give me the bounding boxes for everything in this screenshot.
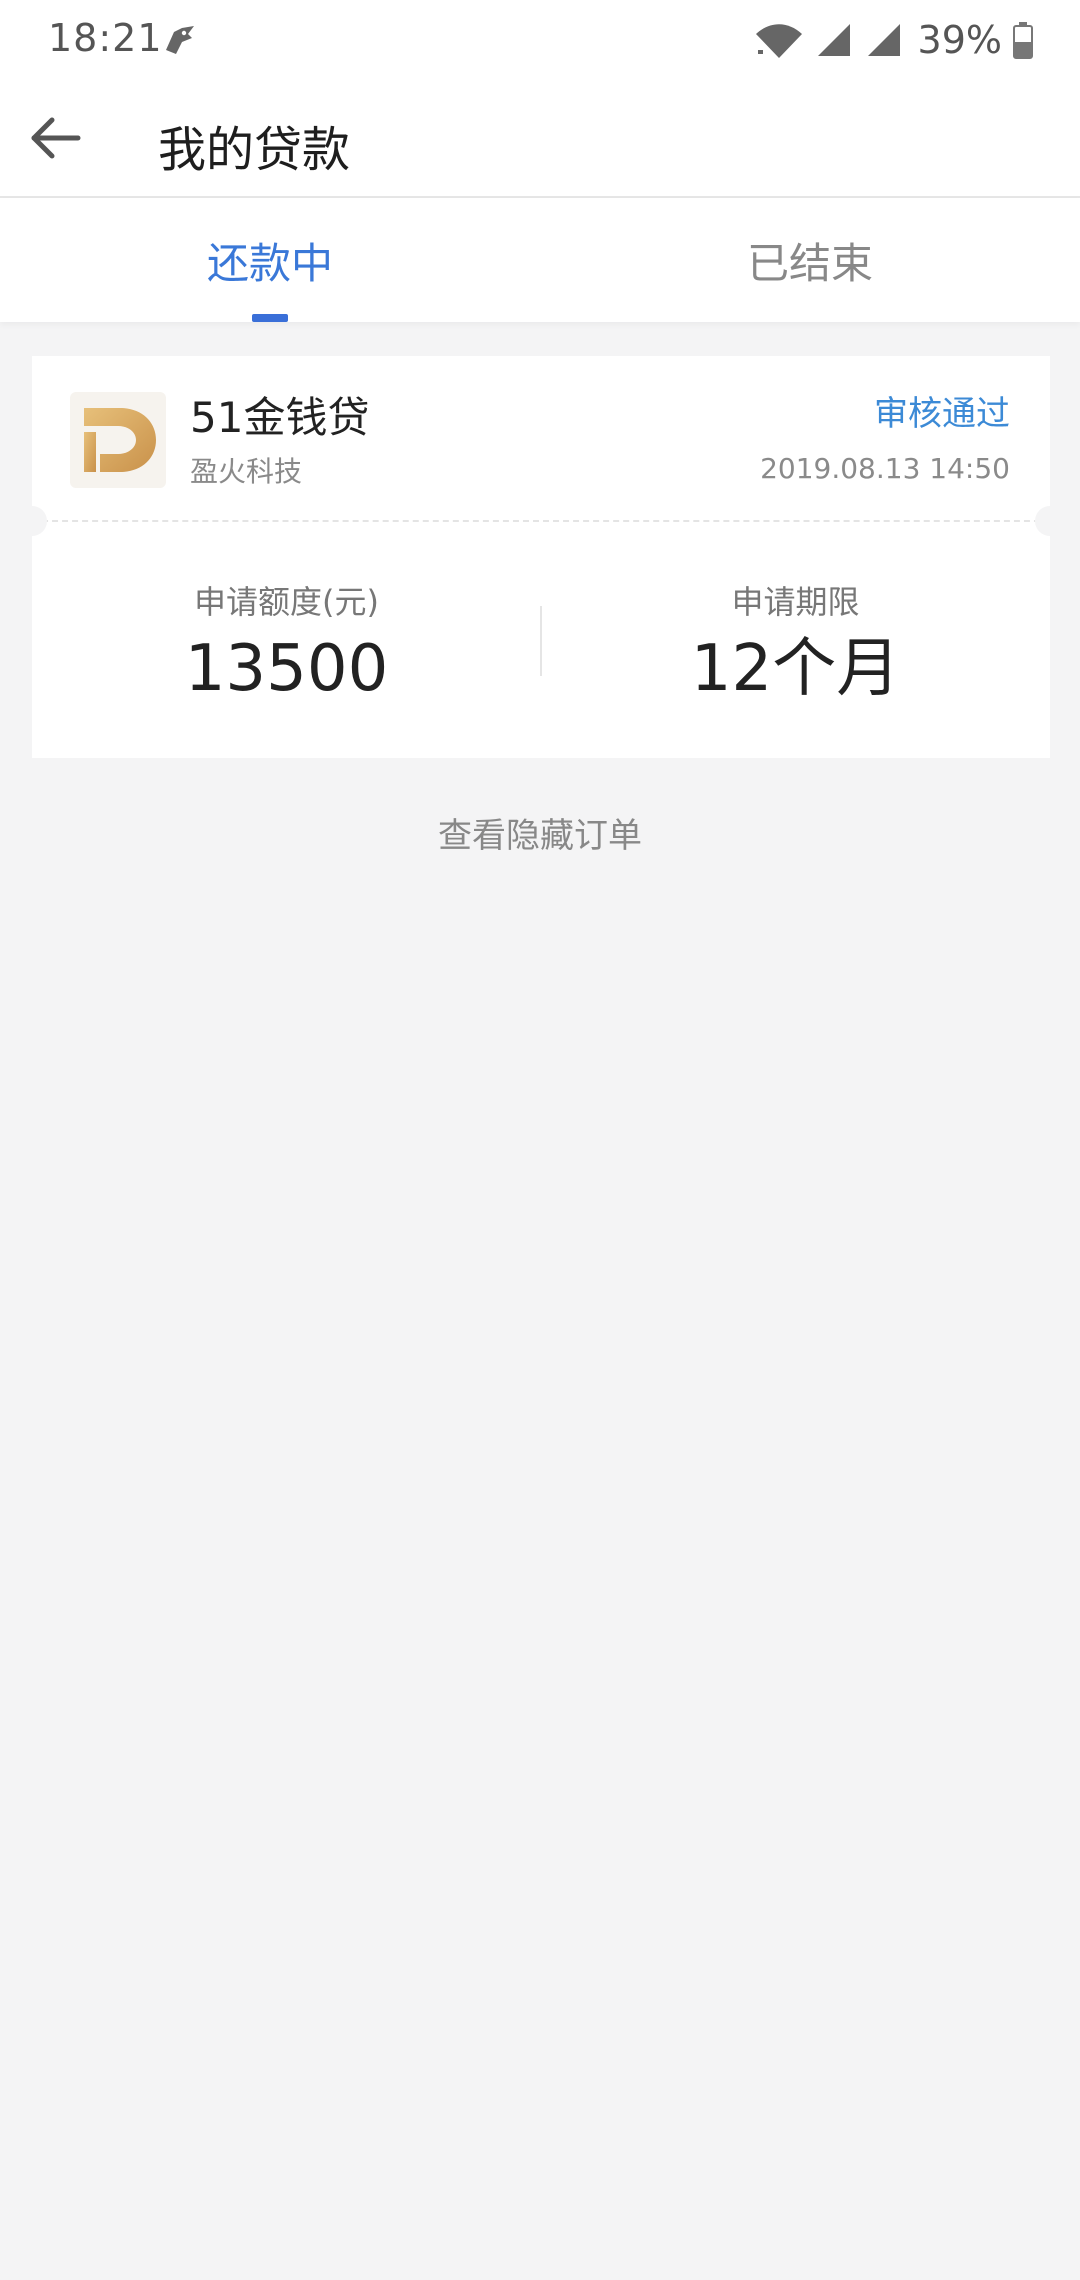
amount-metric: 申请额度(元) 13500 bbox=[32, 582, 541, 706]
page-title: 我的贷款 bbox=[158, 122, 351, 178]
company-name: 盈火科技 bbox=[190, 455, 303, 488]
amount-label: 申请额度(元) bbox=[194, 583, 379, 621]
term-label: 申请期限 bbox=[731, 583, 860, 621]
term-value: 12个月 bbox=[690, 632, 901, 706]
amount-value: 13500 bbox=[184, 632, 389, 706]
arrow-left-icon bbox=[31, 117, 81, 159]
view-hidden-orders-link[interactable]: 查看隐藏订单 bbox=[0, 808, 1080, 857]
application-datetime: 2019.08.13 14:50 bbox=[760, 452, 1010, 485]
tab-finished[interactable]: 已结束 bbox=[540, 198, 1080, 322]
status-right-group: 39% bbox=[754, 18, 1034, 62]
battery-icon bbox=[1013, 22, 1033, 59]
term-metric: 申请期限 12个月 bbox=[541, 582, 1050, 706]
signal-icon bbox=[867, 24, 900, 56]
tab-finished-label: 已结束 bbox=[746, 238, 873, 288]
product-name: 51金钱贷 bbox=[190, 393, 370, 442]
battery-percent: 39% bbox=[917, 18, 1002, 62]
product-logo bbox=[70, 392, 166, 488]
app-bar: 我的贷款 bbox=[0, 80, 1080, 198]
back-button[interactable] bbox=[22, 104, 90, 172]
tab-bar: 还款中 已结束 bbox=[0, 198, 1080, 322]
product-logo-icon bbox=[84, 408, 156, 472]
card-notch-left bbox=[17, 506, 47, 536]
status-time: 18:21 bbox=[48, 16, 163, 60]
status-bar: 18:21 39% bbox=[0, 0, 1080, 80]
loan-card[interactable]: 51金钱贷 盈火科技 审核通过 2019.08.13 14:50 申请额度(元)… bbox=[17, 356, 1065, 758]
card-divider bbox=[32, 520, 1050, 522]
card-notch-right bbox=[1035, 506, 1065, 536]
app-notification-icon bbox=[166, 26, 194, 54]
tab-repaying[interactable]: 还款中 bbox=[0, 198, 540, 322]
signal-icon bbox=[817, 24, 850, 56]
wifi-icon bbox=[755, 24, 802, 58]
tab-active-indicator bbox=[252, 314, 288, 322]
tab-repaying-label: 还款中 bbox=[206, 238, 333, 288]
status-badge: 审核通过 bbox=[874, 394, 1010, 434]
